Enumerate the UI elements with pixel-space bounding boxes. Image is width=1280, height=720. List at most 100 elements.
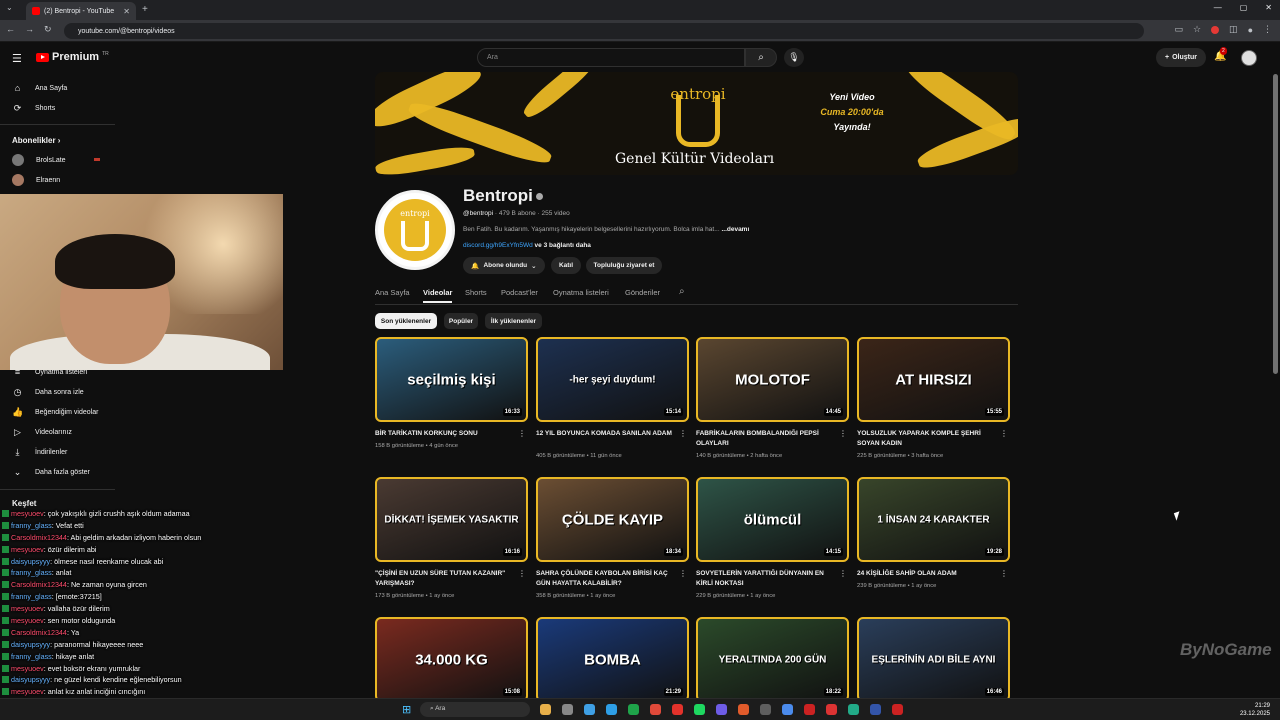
video-thumbnail[interactable]: DİKKAT! İŞEMEK YASAKTIR 16:16 — [375, 477, 528, 562]
taskbar-app-icon[interactable] — [672, 704, 683, 715]
video-thumbnail[interactable]: ölümcül 14:15 — [696, 477, 849, 562]
taskbar-app-icon[interactable] — [870, 704, 881, 715]
video-title[interactable]: "ÇİŞİNİ EN UZUN SÜRE TUTAN KAZANIR" YARI… — [375, 569, 515, 589]
video-card[interactable]: DİKKAT! İŞEMEK YASAKTIR 16:16 "ÇİŞİNİ EN U… — [375, 477, 528, 599]
browser-tab[interactable]: (2) Bentropi - YouTube ✕ — [26, 2, 136, 20]
sidebar-item-channel[interactable]: Elraenn — [12, 170, 60, 190]
video-card[interactable]: 1 İNSAN 24 KARAKTER 19:28 24 KİŞİLİĞE SAHİ… — [857, 477, 1010, 589]
video-more-icon[interactable]: ⋮ — [839, 569, 847, 578]
tab-shorts[interactable]: Shorts — [465, 288, 487, 297]
video-title[interactable]: SAHRA ÇÖLÜNDE KAYBOLAN BİRİSİ KAÇ GÜN HA… — [536, 569, 676, 589]
voice-search-button[interactable]: 🎙 — [784, 48, 804, 67]
video-thumbnail[interactable]: YERALTINDA 200 GÜN 18:22 — [696, 617, 849, 702]
url-field[interactable]: youtube.com/@bentropi/videos — [64, 23, 1144, 39]
browser-menu-icon[interactable]: ⋮ — [1263, 24, 1272, 35]
chip-latest[interactable]: Son yüklenenler — [375, 313, 437, 329]
taskbar-search[interactable]: ⌕ Ara — [420, 702, 530, 717]
video-card[interactable]: EŞLERİNİN ADI BİLE AYNI 16:46 — [857, 617, 1010, 702]
search-input[interactable]: Ara — [477, 48, 745, 67]
video-card[interactable]: seçilmiş kişi 16:33 BİR TARİKATIN KORKUNÇ … — [375, 337, 528, 449]
menu-hamburger-icon[interactable]: ☰ — [12, 52, 22, 65]
community-button[interactable]: Topluluğu ziyaret et — [586, 257, 662, 274]
chip-popular[interactable]: Popüler — [444, 313, 478, 329]
create-button[interactable]: + Oluştur — [1156, 48, 1206, 67]
video-card[interactable]: AT HIRSIZI 15:55 YOLSUZLUK YAPARAK KOMPLE … — [857, 337, 1010, 459]
join-button[interactable]: Katıl — [551, 257, 581, 274]
taskbar-app-icon[interactable] — [628, 704, 639, 715]
sidebar-item-watch-later[interactable]: ◷ Daha sonra izle — [12, 382, 84, 402]
back-icon[interactable]: ← — [6, 24, 15, 35]
forward-icon[interactable]: → — [25, 24, 34, 35]
sidebar-item-liked[interactable]: 👍 Beğendiğim videolar — [12, 402, 98, 422]
taskbar-app-icon[interactable] — [848, 704, 859, 715]
new-tab-icon[interactable]: + — [142, 4, 148, 15]
cast-icon[interactable]: ▭ — [1174, 24, 1183, 35]
youtube-logo[interactable]: Premium TR — [36, 51, 109, 63]
video-thumbnail[interactable]: AT HIRSIZI 15:55 — [857, 337, 1010, 422]
video-more-icon[interactable]: ⋮ — [679, 429, 687, 438]
video-card[interactable]: ÇÖLDE KAYIP 18:34 SAHRA ÇÖLÜNDE KAYBOLAN B… — [536, 477, 689, 599]
channel-avatar-large[interactable]: entropi — [375, 190, 455, 270]
tab-podcasts[interactable]: Podcast'ler — [501, 288, 538, 297]
bookmark-star-icon[interactable]: ☆ — [1193, 24, 1201, 35]
maximize-icon[interactable]: ▢ — [1240, 3, 1248, 12]
taskbar-app-icon[interactable] — [826, 704, 837, 715]
minimize-icon[interactable]: — — [1214, 3, 1222, 12]
video-title[interactable]: SOVYETLERİN YARATTIĞI DÜNYANIN EN KİRLİ … — [696, 569, 836, 589]
video-thumbnail[interactable]: EŞLERİNİN ADI BİLE AYNI 16:46 — [857, 617, 1010, 702]
taskbar-app-icon[interactable] — [892, 704, 903, 715]
video-title[interactable]: BİR TARİKATIN KORKUNÇ SONU — [375, 429, 515, 439]
video-thumbnail[interactable]: BOMBA 21:29 — [536, 617, 689, 702]
more-links[interactable]: ve 3 bağlantı daha — [535, 242, 591, 249]
sidebar-item-home[interactable]: ⌂ Ana Sayfa — [12, 78, 68, 98]
account-avatar[interactable] — [1241, 50, 1257, 66]
taskbar-app-icon[interactable] — [694, 704, 705, 715]
taskbar-app-icon[interactable] — [716, 704, 727, 715]
channel-links[interactable]: discord.gg/h9ExYfn5Wd ve 3 bağlantı daha — [463, 242, 591, 249]
video-more-icon[interactable]: ⋮ — [679, 569, 687, 578]
tab-playlists[interactable]: Oynatma listeleri — [553, 288, 609, 297]
video-thumbnail[interactable]: 34.000 KG 15:08 — [375, 617, 528, 702]
taskbar-app-icon[interactable] — [606, 704, 617, 715]
taskbar-clock[interactable]: 21:29 23.12.2025 — [1240, 702, 1270, 718]
subscriptions-header[interactable]: Abonelikler › — [12, 136, 60, 145]
sidebar-item-downloads[interactable]: ⤓ İndirilenler — [12, 442, 68, 462]
reload-icon[interactable]: ↻ — [44, 24, 52, 35]
video-title[interactable]: 24 KİŞİLİĞE SAHİP OLAN ADAM — [857, 569, 997, 579]
notifications-button[interactable]: 🔔 2 — [1214, 47, 1227, 62]
taskbar-app-icon[interactable] — [584, 704, 595, 715]
profile-icon[interactable]: ● — [1248, 25, 1253, 35]
tab-home[interactable]: Ana Sayfa — [375, 288, 410, 297]
taskbar-app-icon[interactable] — [540, 704, 551, 715]
extension-icon[interactable] — [1211, 25, 1220, 34]
video-card[interactable]: BOMBA 21:29 — [536, 617, 689, 702]
video-card[interactable]: MOLOTOF 14:45 FABRİKALARIN BOMBALANDIĞI PE… — [696, 337, 849, 459]
video-thumbnail[interactable]: -her şeyi duydum! 15:14 — [536, 337, 689, 422]
video-more-icon[interactable]: ⋮ — [839, 429, 847, 438]
video-title[interactable]: FABRİKALARIN BOMBALANDIĞI PEPSİ OLAYLARI — [696, 429, 836, 449]
chip-oldest[interactable]: İlk yüklenenler — [485, 313, 542, 329]
search-button[interactable]: ⌕ — [745, 48, 777, 67]
close-tab-icon[interactable]: ✕ — [123, 7, 130, 16]
taskbar-app-icon[interactable] — [562, 704, 573, 715]
page-scrollbar[interactable] — [1273, 74, 1278, 374]
video-more-icon[interactable]: ⋮ — [518, 429, 526, 438]
extensions-puzzle-icon[interactable]: ◫ — [1229, 24, 1238, 35]
video-title[interactable]: 12 YIL BOYUNCA KOMADA SANILAN ADAM — [536, 429, 676, 439]
video-more-icon[interactable]: ⋮ — [518, 569, 526, 578]
description-more-link[interactable]: ...devamı — [721, 226, 749, 233]
video-card[interactable]: ölümcül 14:15 SOVYETLERİN YARATTIĞI DÜNYAN… — [696, 477, 849, 599]
taskbar-app-icon[interactable] — [804, 704, 815, 715]
video-card[interactable]: -her şeyi duydum! 15:14 12 YIL BOYUNCA KOM… — [536, 337, 689, 459]
taskbar-app-icon[interactable] — [782, 704, 793, 715]
taskbar-app-icon[interactable] — [760, 704, 771, 715]
tab-search-icon[interactable]: ⌄ — [6, 3, 13, 12]
video-thumbnail[interactable]: seçilmiş kişi 16:33 — [375, 337, 528, 422]
tab-videos[interactable]: Videolar — [423, 288, 453, 303]
video-more-icon[interactable]: ⋮ — [1000, 569, 1008, 578]
channel-search-icon[interactable]: ⌕ — [679, 286, 685, 297]
sidebar-item-your-videos[interactable]: ▷ Videolarınız — [12, 422, 72, 442]
close-window-icon[interactable]: ✕ — [1265, 3, 1272, 12]
video-card[interactable]: 34.000 KG 15:08 — [375, 617, 528, 702]
taskbar-app-icon[interactable] — [738, 704, 749, 715]
